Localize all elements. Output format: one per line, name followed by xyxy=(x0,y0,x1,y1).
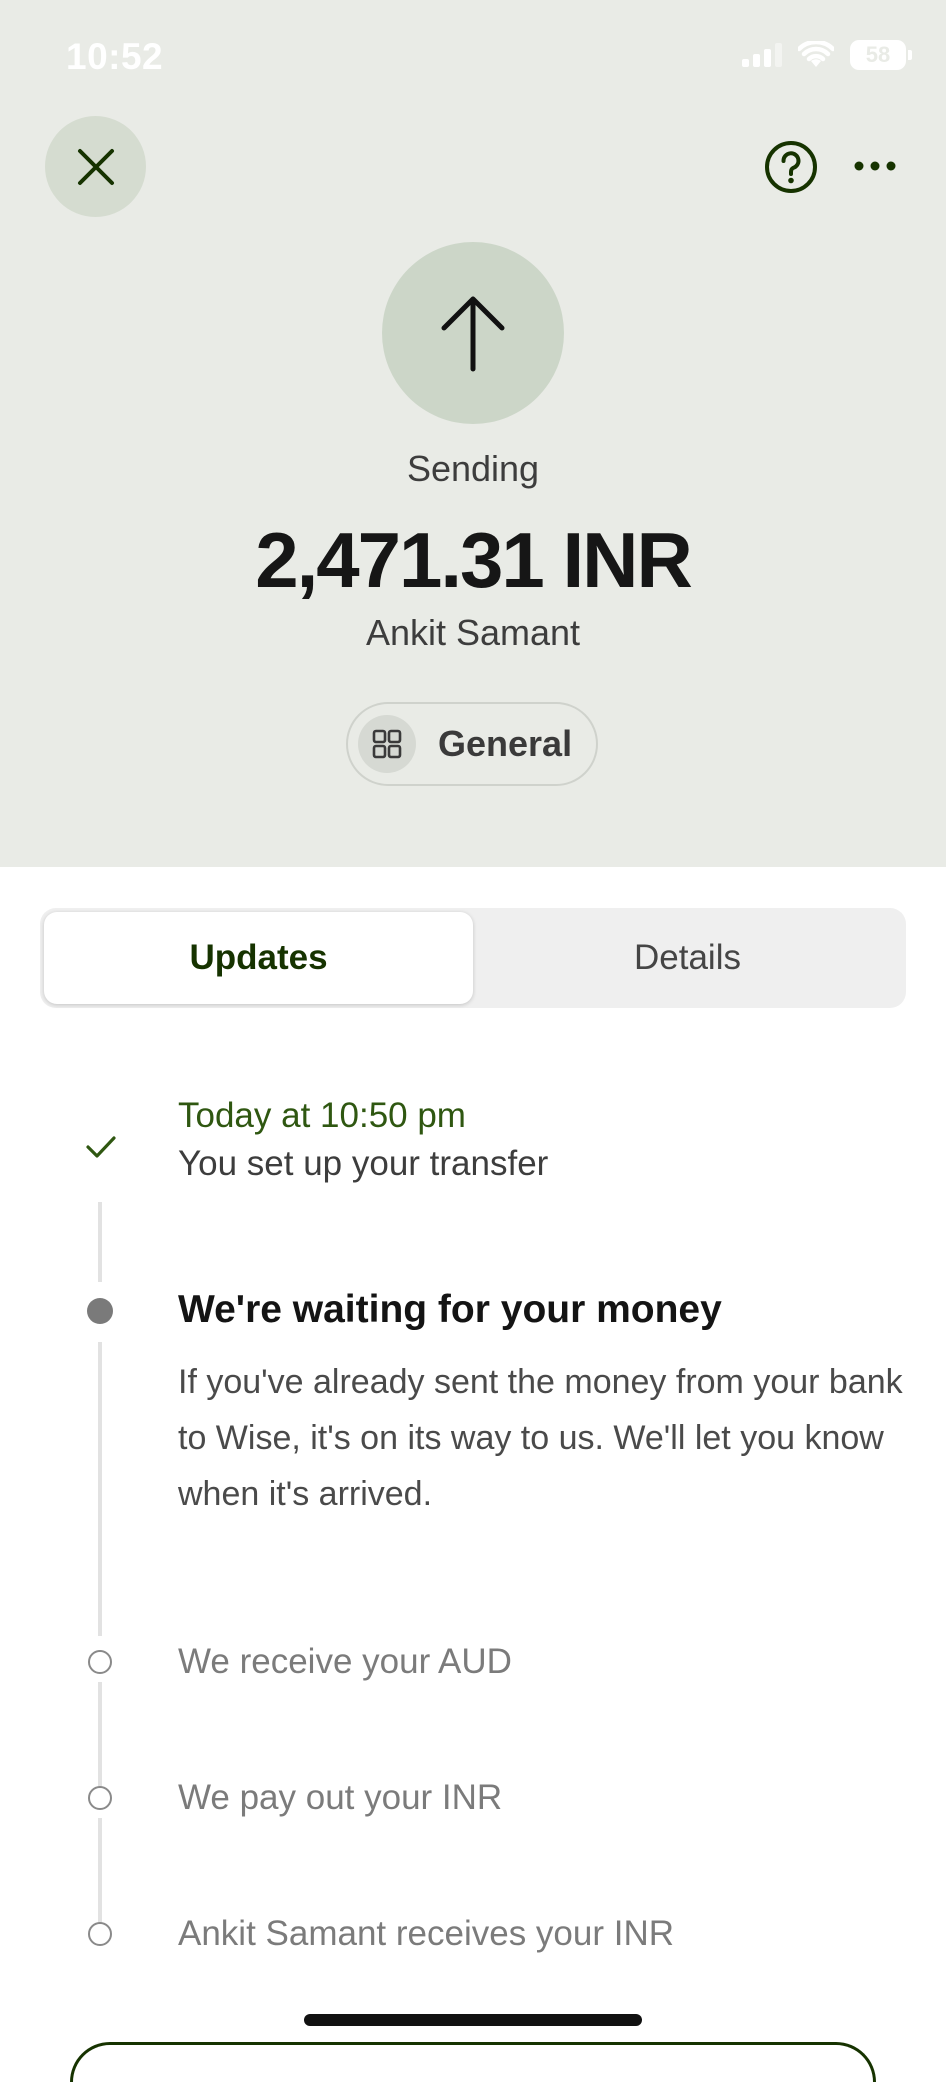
category-chip[interactable]: General xyxy=(346,702,598,786)
timeline-step-text: You set up your transfer xyxy=(178,1144,549,1183)
more-button[interactable] xyxy=(850,148,900,184)
pending-step-dot xyxy=(88,1922,112,1946)
close-icon xyxy=(77,148,114,185)
timeline-item-recipient-receives: Ankit Samant receives your INR xyxy=(178,1914,908,1954)
signal-icon xyxy=(742,43,782,67)
timeline-timestamp: Today at 10:50 pm xyxy=(178,1096,466,1135)
home-indicator xyxy=(304,2014,642,2026)
transfer-direction-badge xyxy=(382,242,564,424)
transfer-status-label: Sending xyxy=(406,448,540,489)
recipient-name: Ankit Samant xyxy=(365,612,581,653)
close-button[interactable] xyxy=(45,116,146,217)
wifi-icon xyxy=(798,41,834,67)
timeline-connector xyxy=(98,1202,102,1282)
help-button[interactable] xyxy=(764,140,818,194)
tab-details[interactable]: Details xyxy=(473,912,902,1004)
timeline-connector xyxy=(98,1342,102,1636)
timeline-step-text: We receive your AUD xyxy=(178,1642,512,1681)
timeline-step-text: Ankit Samant receives your INR xyxy=(178,1914,675,1953)
current-step-dot xyxy=(87,1298,113,1324)
timeline-item-setup: Today at 10:50 pm You set up your transf… xyxy=(178,1096,908,1184)
pending-step-dot xyxy=(88,1650,112,1674)
timeline-item-receive: We receive your AUD xyxy=(178,1642,908,1682)
transfer-header: 10:52 58 Sending 2,471.31 INR Ankit Sama… xyxy=(0,0,946,867)
timeline-step-title: We're waiting for your money xyxy=(178,1288,722,1331)
battery-icon: 58 xyxy=(850,40,912,70)
status-time: 10:52 xyxy=(66,36,164,77)
grid-icon xyxy=(358,715,416,773)
timeline-item-payout: We pay out your INR xyxy=(178,1778,908,1818)
pending-step-dot xyxy=(88,1786,112,1810)
segmented-tabs: Updates Details xyxy=(40,908,906,1008)
bottom-action-button[interactable] xyxy=(70,2042,876,2082)
category-label: General xyxy=(438,723,573,764)
more-icon xyxy=(854,161,896,171)
tab-updates[interactable]: Updates xyxy=(44,912,473,1004)
help-icon xyxy=(765,141,817,193)
status-icons: 58 xyxy=(742,40,912,70)
check-icon xyxy=(84,1132,118,1162)
timeline-step-text: We pay out your INR xyxy=(178,1778,503,1817)
arrow-up-icon xyxy=(441,296,505,372)
timeline-item-waiting: We're waiting for your money If you've a… xyxy=(178,1288,908,1522)
transfer-amount: 2,471.31 INR xyxy=(255,516,693,604)
timeline-step-body: If you've already sent the money from yo… xyxy=(178,1363,903,1513)
